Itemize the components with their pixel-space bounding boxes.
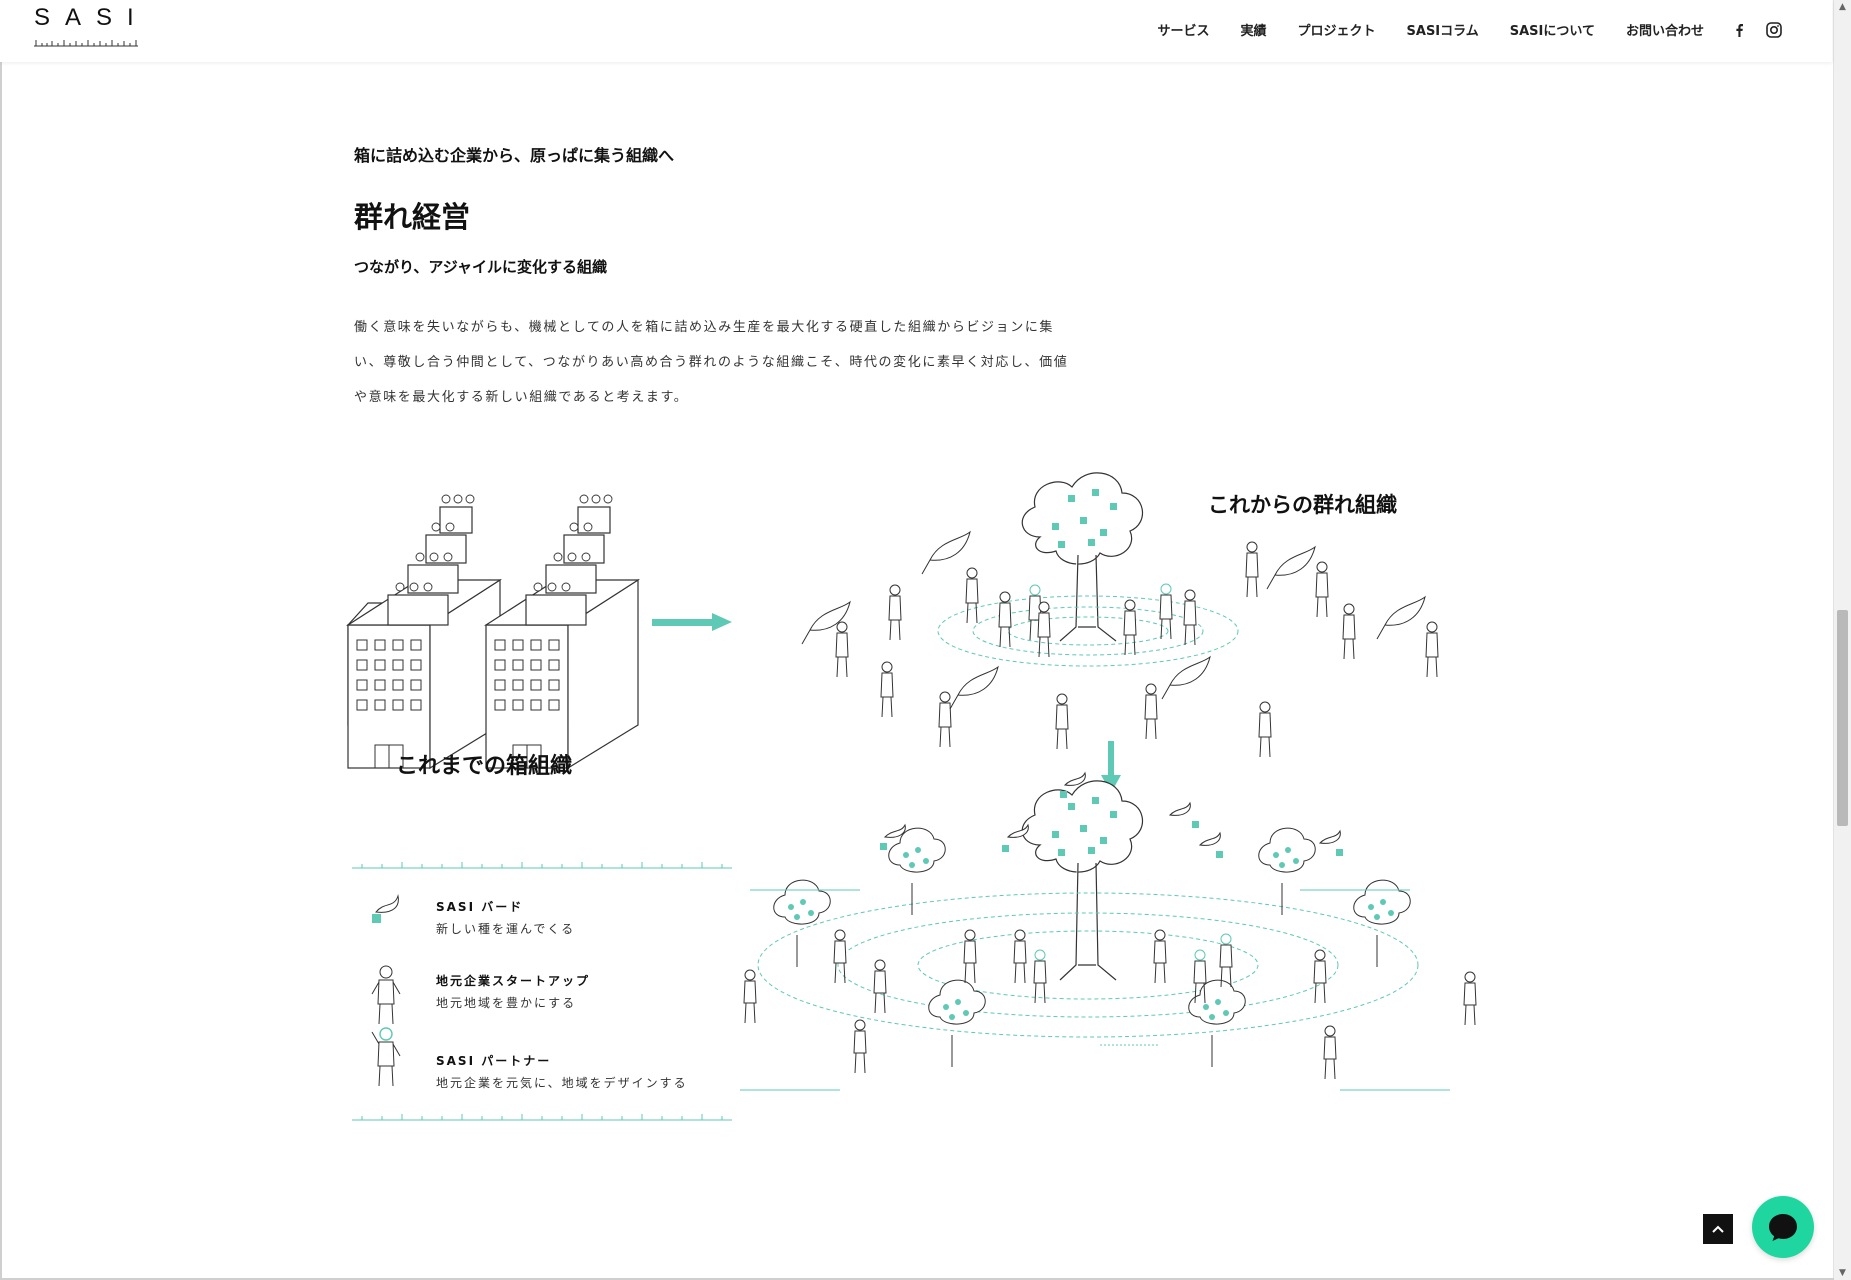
back-to-top-button[interactable]: [1703, 1214, 1733, 1244]
legend-desc: 地元企業を元気に、地域をデザインする: [436, 1076, 688, 1090]
legend-title: SASI バード: [436, 900, 524, 914]
page-left-border: [0, 0, 2, 1280]
bird-icon: [372, 894, 399, 923]
box-organization-buildings: [345, 506, 641, 770]
section-body: 働く意味を失いながらも、機械としての人を箱に詰め込み生産を最大化する硬直した組織…: [354, 310, 1094, 415]
nav-item-contact[interactable]: お問い合わせ: [1626, 20, 1704, 39]
instagram-icon[interactable]: [1766, 21, 1782, 38]
body-line: や意味を最大化する新しい組織であると考えます。: [354, 390, 689, 405]
site-logo[interactable]: SASI: [34, 6, 144, 50]
startup-person-icon: [371, 965, 401, 1025]
section-subtitle: つながり、アジャイルに変化する組織: [354, 258, 608, 276]
body-line: い、尊敬し合う仲間として、つながりあい高め合う群れのような組織こそ、時代の変化に…: [354, 355, 1069, 370]
scroll-thumb[interactable]: [1837, 610, 1848, 826]
main-nav: サービス 実績 プロジェクト SASIコラム SASIについて お問い合わせ: [1126, 20, 1782, 39]
small-tree-fruits: [788, 847, 1394, 1020]
body-line: 働く意味を失いながらも、機械としての人を箱に詰め込み生産を最大化する硬直した組織…: [354, 320, 1055, 335]
field-ruler-lines: [740, 889, 1450, 1091]
nav-item-column[interactable]: SASIコラム: [1407, 20, 1479, 39]
legend-title: SASI パートナー: [436, 1054, 552, 1068]
old-organization-label: これまでの箱組織: [396, 753, 572, 779]
scroll-down-arrow-icon[interactable]: ▼: [1834, 1266, 1851, 1280]
transition-arrow-right: [652, 613, 732, 631]
nav-item-services[interactable]: サービス: [1157, 20, 1209, 39]
legend-title: 地元企業スタートアップ: [436, 974, 591, 988]
legend-desc: 新しい種を運んでくる: [436, 922, 576, 936]
site-header: SASI サービス 実績 プロジェクト SASIコラム SASIについて お問い…: [0, 0, 1832, 62]
page-scrollbar[interactable]: ▲ ▼: [1833, 0, 1851, 1280]
new-organization-label: これからの群れ組織: [1208, 493, 1397, 517]
partner-person-icon: [371, 1027, 401, 1087]
logo-ruler-mark: [34, 40, 138, 47]
nav-item-about[interactable]: SASIについて: [1510, 20, 1595, 39]
facebook-icon[interactable]: [1734, 23, 1744, 37]
nav-item-works[interactable]: 実績: [1240, 20, 1266, 39]
nav-item-projects[interactable]: プロジェクト: [1298, 20, 1376, 39]
legend-box: SASI バード 新しい種を運んでくる 地元企業スタートアップ 地元地域を豊かに…: [352, 862, 732, 1122]
chevron-up-icon: [1712, 1225, 1724, 1233]
legend-item-startup: 地元企業スタートアップ 地元地域を豊かにする: [352, 964, 732, 1034]
scroll-up-arrow-icon[interactable]: ▲: [1834, 0, 1851, 14]
logo-text: SASI: [34, 4, 149, 31]
section-eyebrow: 箱に詰め込む企業から、原っぱに集う組織へ: [354, 146, 675, 165]
herd-people: [835, 541, 1439, 758]
chat-button[interactable]: [1752, 1196, 1814, 1258]
legend-item-partner: SASI パートナー 地元企業を元気に、地域をデザインする: [352, 1027, 732, 1114]
legend-desc: 地元地域を豊かにする: [436, 996, 577, 1010]
chat-bubble-icon: [1769, 1214, 1797, 1241]
legend-item-bird: SASI バード 新しい種を運んでくる: [352, 890, 732, 960]
section-title: 群れ経営: [354, 200, 471, 234]
